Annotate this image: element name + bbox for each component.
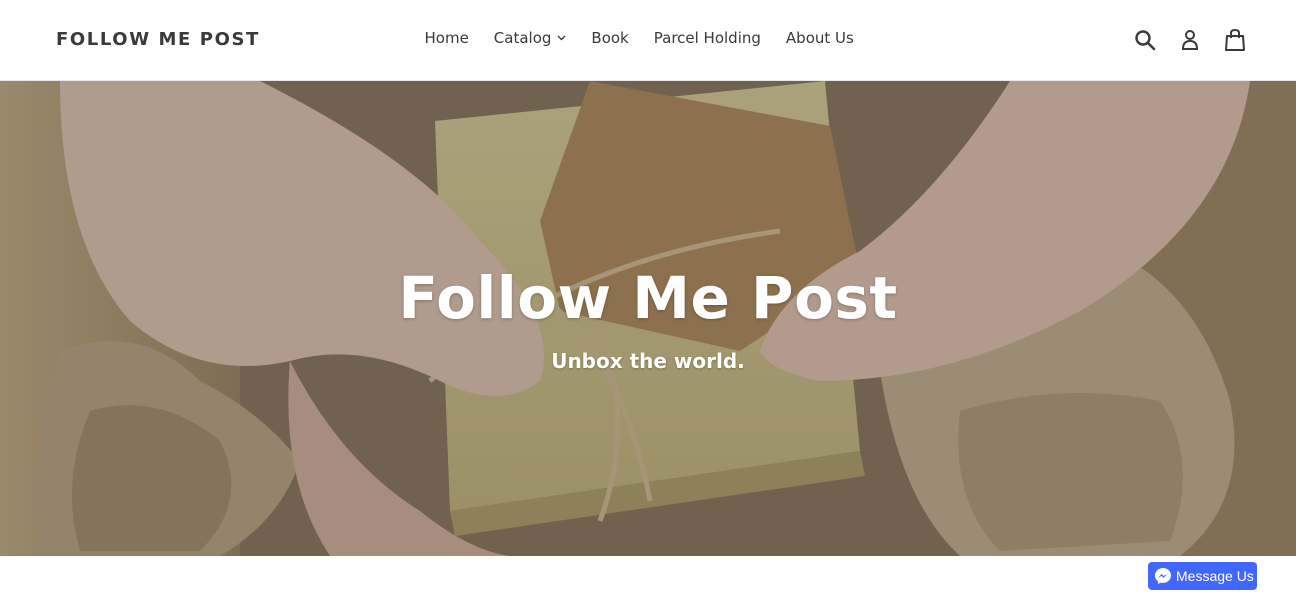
message-us-button[interactable]: Message Us — [1148, 562, 1257, 590]
search-icon[interactable] — [1132, 27, 1158, 53]
nav-about-us-label: About Us — [785, 29, 854, 47]
hero-subtitle: Unbox the world. — [551, 349, 745, 373]
cart-icon[interactable] — [1222, 27, 1248, 53]
site-logo[interactable]: FOLLOW ME POST — [56, 29, 260, 50]
main-nav: Home Catalog Book Parcel Holding About U… — [412, 29, 866, 47]
nav-catalog-label: Catalog — [493, 29, 552, 47]
nav-parcel-holding-label: Parcel Holding — [653, 29, 761, 47]
message-us-label: Message Us — [1176, 568, 1254, 584]
account-icon[interactable] — [1177, 27, 1203, 53]
site-header: FOLLOW ME POST Home Catalog Book Parcel … — [0, 0, 1296, 81]
chevron-down-icon — [557, 35, 566, 41]
messenger-icon — [1154, 567, 1172, 585]
nav-catalog[interactable]: Catalog — [494, 29, 567, 47]
hero-banner: Follow Me Post Unbox the world. — [0, 81, 1296, 556]
nav-about-us[interactable]: About Us — [786, 29, 854, 47]
header-icons — [1132, 27, 1248, 53]
hero-title: Follow Me Post — [398, 264, 898, 332]
nav-book-label: Book — [591, 29, 629, 47]
nav-home[interactable]: Home — [425, 29, 469, 47]
nav-home-label: Home — [424, 29, 469, 47]
nav-parcel-holding[interactable]: Parcel Holding — [654, 29, 761, 47]
nav-book[interactable]: Book — [591, 29, 628, 47]
